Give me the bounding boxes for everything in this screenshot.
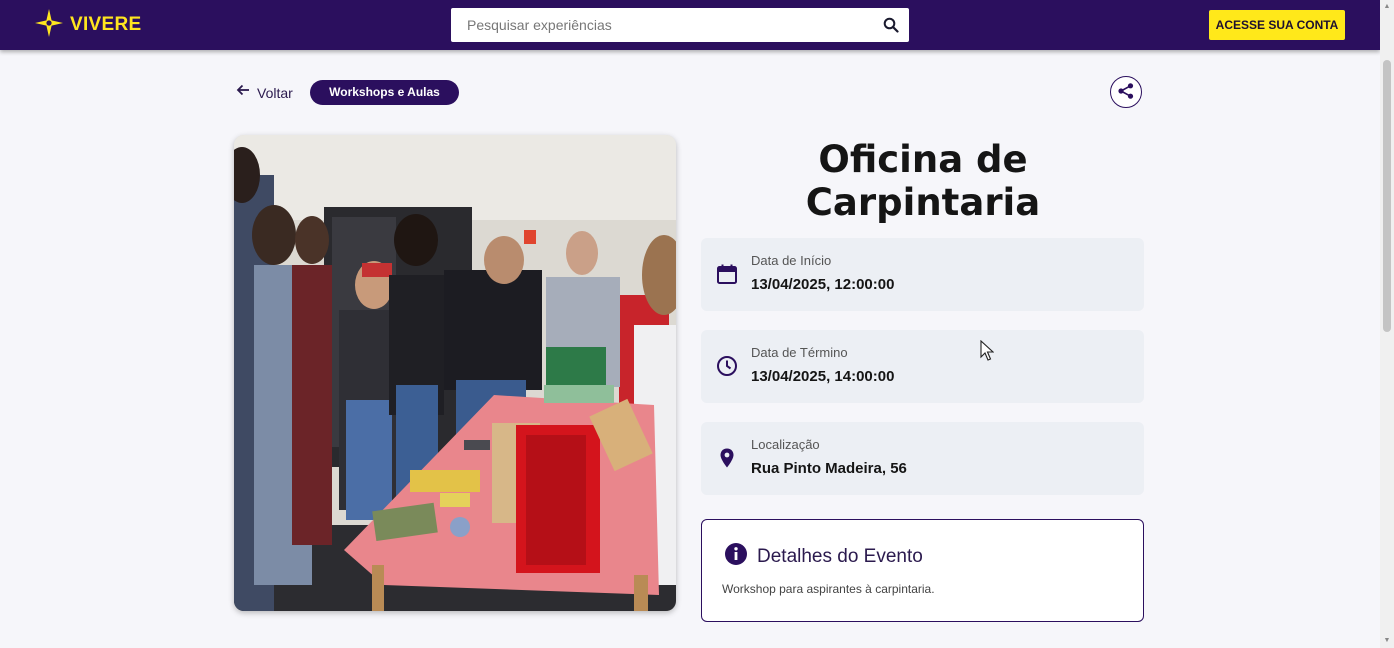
location-value: Rua Pinto Madeira, 56	[751, 460, 907, 477]
end-date-label: Data de Término	[751, 345, 848, 360]
page-scrollbar[interactable]: ▲ ▼	[1380, 0, 1394, 648]
search-icon[interactable]	[873, 17, 909, 33]
top-navbar: VIVERE ACESSE SUA CONTA	[0, 0, 1380, 50]
category-badge[interactable]: Workshops e Aulas	[310, 80, 459, 105]
mouse-cursor-icon	[980, 339, 995, 367]
start-date-card: Data de Início 13/04/2025, 12:00:00	[701, 238, 1144, 311]
share-button[interactable]	[1110, 76, 1142, 108]
event-title: Oficina de Carpintaria	[805, 138, 1041, 224]
scroll-down-icon[interactable]: ▼	[1382, 636, 1392, 646]
end-date-value: 13/04/2025, 14:00:00	[751, 368, 895, 385]
event-details-card: Detalhes do Evento Workshop para aspiran…	[701, 519, 1144, 622]
back-link[interactable]: Voltar	[236, 83, 293, 102]
event-details-title: Detalhes do Evento	[757, 545, 923, 567]
arrow-left-icon	[236, 83, 250, 102]
event-photo	[234, 135, 676, 611]
end-date-card: Data de Término 13/04/2025, 14:00:00	[701, 330, 1144, 403]
back-label: Voltar	[257, 84, 293, 101]
calendar-icon	[715, 262, 739, 286]
start-date-label: Data de Início	[751, 253, 832, 268]
event-details-header: Detalhes do Evento	[724, 542, 923, 571]
info-icon	[724, 542, 748, 571]
scrollbar-thumb[interactable]	[1383, 60, 1391, 332]
account-button[interactable]: ACESSE SUA CONTA	[1209, 10, 1345, 40]
clock-icon	[715, 354, 739, 378]
scroll-up-icon[interactable]: ▲	[1382, 2, 1392, 12]
location-label: Localização	[751, 437, 820, 452]
location-pin-icon	[715, 446, 739, 470]
search-bar	[451, 8, 909, 42]
star-logo-icon	[34, 8, 64, 43]
start-date-value: 13/04/2025, 12:00:00	[751, 276, 895, 293]
event-description: Workshop para aspirantes à carpintaria.	[722, 582, 935, 596]
location-card: Localização Rua Pinto Madeira, 56	[701, 422, 1144, 495]
logo-text: VIVERE	[70, 14, 142, 35]
search-input[interactable]	[451, 8, 873, 42]
share-icon	[1117, 82, 1135, 103]
logo[interactable]: VIVERE	[34, 8, 142, 43]
